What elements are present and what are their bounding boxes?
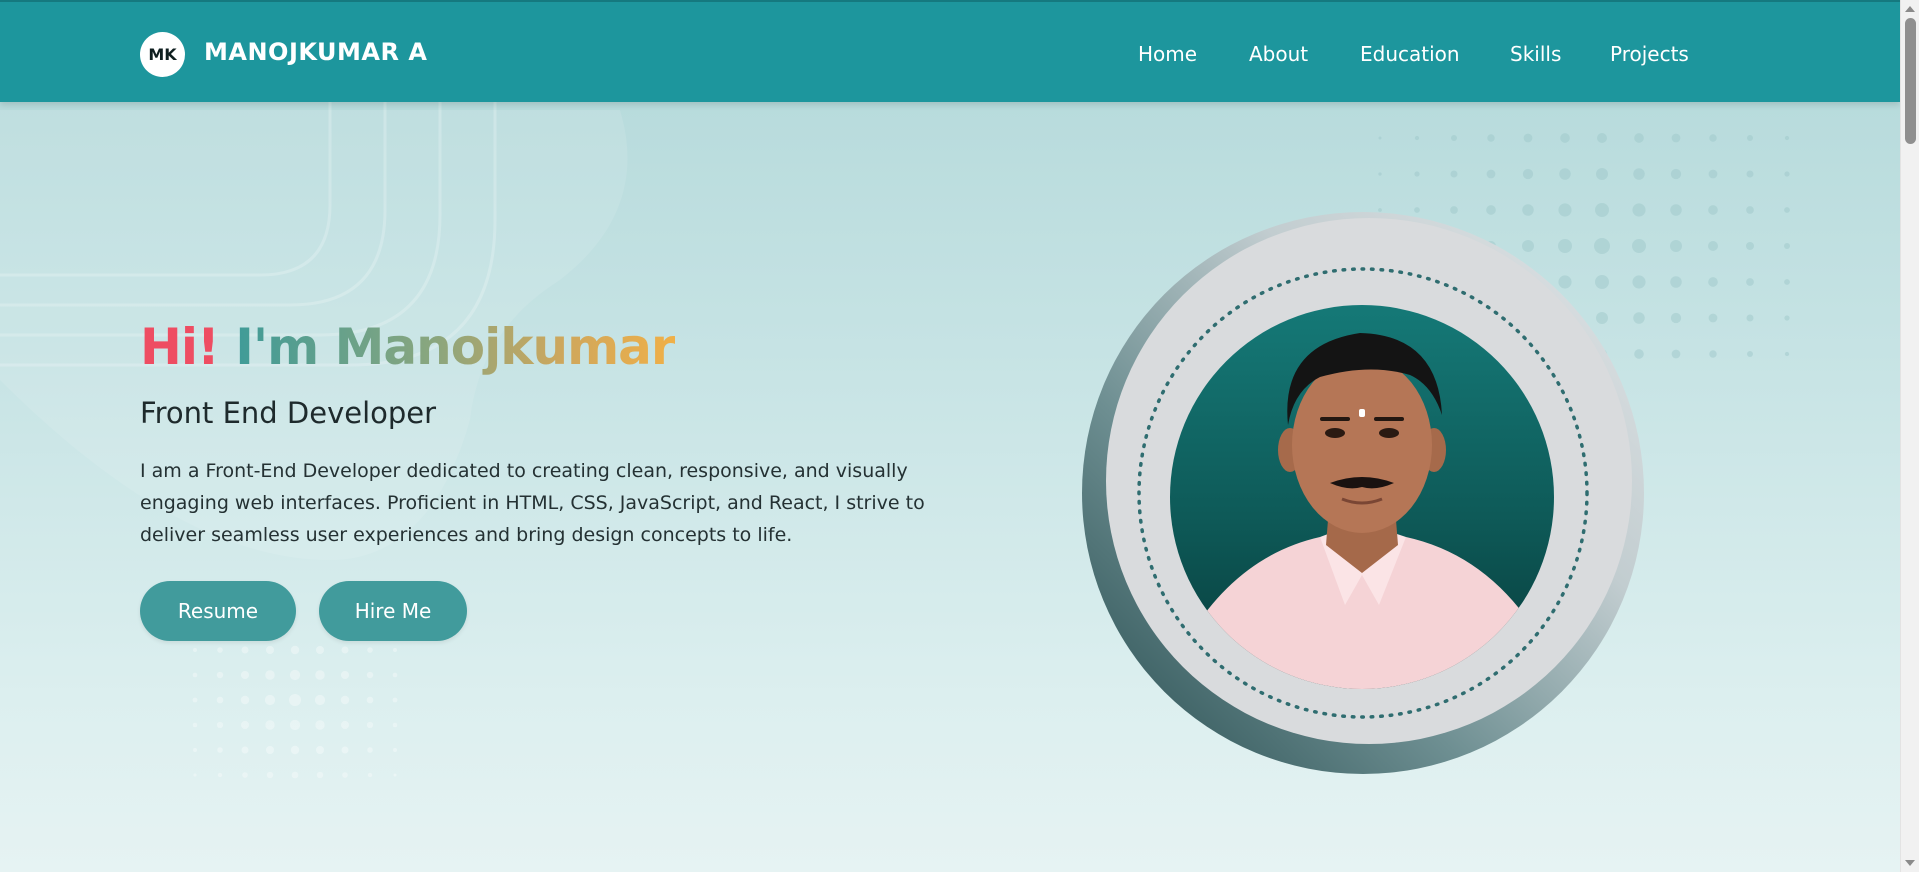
page-scrollbar[interactable] xyxy=(1900,0,1919,872)
hero-greeting: Hi! xyxy=(140,318,220,376)
scrollbar-thumb[interactable] xyxy=(1905,18,1916,144)
scroll-down-icon[interactable] xyxy=(1905,860,1915,866)
hire-me-button[interactable]: Hire Me xyxy=(319,581,467,641)
hero-title: Hi! I'm Manojkumar xyxy=(140,318,676,376)
logo-badge[interactable]: MK xyxy=(140,32,185,77)
page-background: MK MANOJKUMAR A Home About Education Ski… xyxy=(0,0,1900,872)
resume-button[interactable]: Resume xyxy=(140,581,296,641)
hero-name: I'm Manojkumar xyxy=(235,318,675,376)
scroll-up-icon[interactable] xyxy=(1905,6,1915,12)
nav-home[interactable]: Home xyxy=(1138,42,1197,66)
nav-projects[interactable]: Projects xyxy=(1610,42,1689,66)
profile-avatar-frame xyxy=(1082,212,1644,774)
profile-photo xyxy=(1170,305,1554,689)
top-navbar: MK MANOJKUMAR A Home About Education Ski… xyxy=(0,0,1900,102)
nav-skills[interactable]: Skills xyxy=(1510,42,1561,66)
hero-role: Front End Developer xyxy=(140,396,437,430)
nav-education[interactable]: Education xyxy=(1360,42,1460,66)
person-portrait-icon xyxy=(1170,333,1554,689)
nav-about[interactable]: About xyxy=(1249,42,1308,66)
brand-name[interactable]: MANOJKUMAR A xyxy=(204,38,427,66)
hero-bio: I am a Front-End Developer dedicated to … xyxy=(140,460,925,546)
